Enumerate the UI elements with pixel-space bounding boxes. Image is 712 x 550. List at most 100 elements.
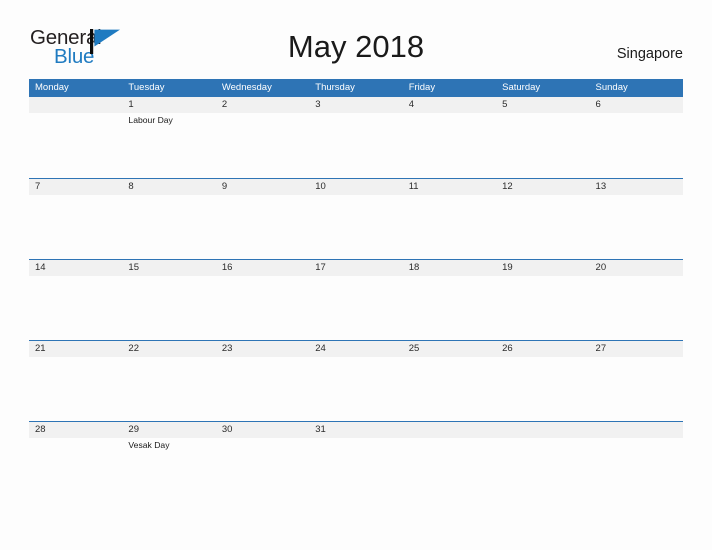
day-events-cell[interactable] [122,195,215,197]
day-number-cell[interactable]: 13 [590,179,683,195]
weekday-header-sunday: Sunday [595,82,628,93]
day-number: 13 [595,181,607,192]
day-number-cell[interactable] [29,97,122,113]
day-event-cells [29,276,683,278]
day-number-cell[interactable]: 4 [403,97,496,113]
day-number-cell[interactable]: 14 [29,260,122,276]
calendar-week-row: 7 8 9 10 11 12 13 [29,178,683,259]
day-events-cell[interactable] [29,357,122,359]
day-number-cell[interactable]: 5 [496,97,589,113]
day-events-cell[interactable] [29,438,122,451]
day-events-cell[interactable] [403,113,496,126]
day-number-cell[interactable]: 2 [216,97,309,113]
day-events-list [35,113,122,115]
day-number-cell[interactable]: 28 [29,422,122,438]
day-number-cell[interactable]: 27 [590,341,683,357]
day-events-cell[interactable] [590,438,683,451]
day-number: 4 [408,99,414,110]
day-events-list [502,438,589,440]
day-number-cell[interactable]: 24 [309,341,402,357]
day-events-cell[interactable]: Labour Day [122,113,215,126]
day-events-cell[interactable] [590,357,683,359]
calendar-grid: Monday Tuesday Wednesday Thursday Friday… [29,79,683,502]
day-events-cell[interactable] [496,438,589,451]
day-events-list [128,357,215,359]
day-number [409,422,496,438]
weekday-header-row: Monday Tuesday Wednesday Thursday Friday… [29,79,683,97]
day-number: 3 [315,99,321,110]
day-events-list [596,113,683,115]
day-number-cell[interactable]: 19 [496,260,589,276]
day-number-cell[interactable]: 11 [403,179,496,195]
weekday-header-monday: Monday [35,82,69,93]
day-events-cell[interactable] [309,113,402,126]
day-number-cell[interactable]: 15 [122,260,215,276]
day-number-cell[interactable]: 30 [216,422,309,438]
day-events-cell[interactable] [309,195,402,197]
day-number-cell[interactable]: 17 [309,260,402,276]
day-events-cell[interactable]: Vesak Day [122,438,215,451]
day-events-list [128,195,215,197]
day-events-cell[interactable] [29,113,122,126]
day-number-cell[interactable]: 26 [496,341,589,357]
day-events-cell[interactable] [403,438,496,451]
day-number-cell[interactable] [590,422,683,438]
day-events-cell[interactable] [590,276,683,278]
day-number-cell[interactable]: 18 [403,260,496,276]
day-number-cell[interactable]: 7 [29,179,122,195]
day-number: 28 [35,424,46,435]
day-number-cell[interactable]: 23 [216,341,309,357]
day-number: 21 [35,343,46,354]
day-events-cell[interactable] [403,195,496,197]
day-events-cell[interactable] [496,276,589,278]
day-number-cell[interactable]: 1 [122,97,215,113]
day-events-cell[interactable] [309,357,402,359]
day-events-cell[interactable] [216,357,309,359]
day-number: 30 [221,424,233,435]
day-events-cell[interactable] [590,195,683,197]
day-number-cell[interactable]: 22 [122,341,215,357]
day-events-list [35,357,122,359]
day-number-cell[interactable]: 25 [403,341,496,357]
day-events-cell[interactable] [122,276,215,278]
day-number: 2 [221,99,228,110]
weekday-header-friday: Friday [408,82,436,93]
day-number-cell[interactable] [496,422,589,438]
day-events-cell[interactable] [216,113,309,126]
day-number-cell[interactable]: 9 [216,179,309,195]
day-number-cell[interactable]: 8 [122,179,215,195]
day-events-cell[interactable] [122,357,215,359]
day-number: 15 [128,262,139,273]
calendar-week-row: 28 29 30 31 Vesak Day [29,421,683,502]
day-events-cell[interactable] [309,276,402,278]
day-events-list [596,195,683,197]
day-events-cell[interactable] [309,438,402,451]
day-events-cell[interactable] [216,195,309,197]
day-events-cell[interactable] [216,276,309,278]
day-events-list [35,276,122,278]
day-number [502,422,589,438]
day-events-list [222,276,309,278]
weekday-header-thursday: Thursday [315,82,355,93]
day-number-cell[interactable]: 16 [216,260,309,276]
day-events-cell[interactable] [590,113,683,126]
day-events-cell[interactable] [496,357,589,359]
day-events-cell[interactable] [216,438,309,451]
day-events-cell[interactable] [29,276,122,278]
day-number-cell[interactable]: 21 [29,341,122,357]
day-number-cell[interactable]: 12 [496,179,589,195]
day-number-cell[interactable] [403,422,496,438]
day-number-cell[interactable]: 6 [590,97,683,113]
day-events-cell[interactable] [403,357,496,359]
day-number-cell[interactable]: 10 [309,179,402,195]
day-number-cell[interactable]: 20 [590,260,683,276]
day-number-cell[interactable]: 31 [309,422,402,438]
day-events-cell[interactable] [496,195,589,197]
day-events-cell[interactable] [496,113,589,126]
day-events-cell[interactable] [403,276,496,278]
day-number-cell[interactable]: 3 [309,97,402,113]
day-events-list [502,195,589,197]
day-number-cell[interactable]: 29 [122,422,215,438]
day-events-list [222,357,309,359]
day-events-cell[interactable] [29,195,122,197]
